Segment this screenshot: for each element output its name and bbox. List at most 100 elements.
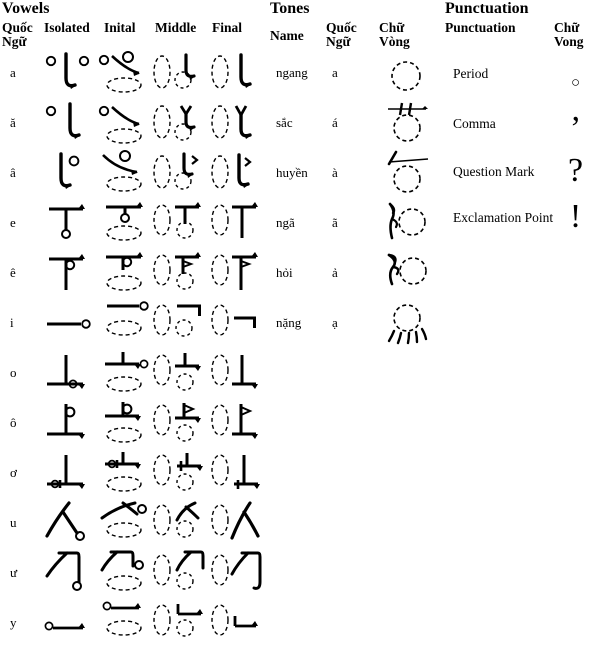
punctuation-section: Punctuation Punctuation Chữ Vong Period … [443,0,600,240]
punctuation-table: Period ○ Comma ’ Question Mark ? Exclama… [443,48,600,240]
punctuation-header-name: Punctuation [445,20,516,35]
tones-header-quoc-ngu: Quốc Ngữ [326,20,357,49]
glyph-uhorn-initial [96,548,151,598]
tone-quocngu-sac: á [332,115,338,130]
vowels-header-row: Quốc Ngữ Isolated Inital Middle Final [0,18,262,48]
glyph-acirc-initial [96,148,151,198]
glyph-u-middle [151,498,209,548]
vowel-label-i: i [10,315,14,330]
tones-header-row: Name Quốc Ngữ Chữ Vòng [268,18,440,48]
table-row: ă [0,98,262,148]
glyph-a-isolated [38,48,96,98]
glyph-abreve-initial [96,98,151,148]
vowel-label-a: a [10,65,16,80]
punctuation-label-comma: Comma [453,115,496,131]
glyph-tone-nang [372,298,440,348]
table-row: i [0,298,262,348]
glyph-acirc-isolated [38,148,96,198]
glyph-tone-nga [372,198,440,248]
glyph-ocirc-middle [151,398,209,448]
comma-mark: ’ [569,110,582,147]
vowel-label-ecirc: ê [10,265,16,280]
punctuation-header-chu-vong: Chữ Vong [554,20,584,49]
vowel-label-o: o [10,365,17,380]
vowels-header-initial: Inital [104,20,136,35]
question-mark: ? [567,152,584,189]
table-row: e [0,198,262,248]
glyph-ohorn-initial [96,448,151,498]
tone-quocngu-hoi: ả [332,265,338,280]
table-row: nặng ạ [268,298,440,348]
vowels-title: Vowels [2,0,50,17]
glyph-ohorn-isolated [38,448,96,498]
glyph-ecirc-final [209,248,262,298]
tone-quocngu-ngang: a [332,65,338,80]
table-row: ư [0,548,262,598]
glyph-tone-hoi [372,248,440,298]
glyph-ocirc-final [209,398,262,448]
glyph-u-initial [96,498,151,548]
tones-header-chu-vong: Chữ Vòng [379,20,410,49]
tone-name-sac: sắc [276,115,293,130]
glyph-a-initial [96,48,151,98]
glyph-e-isolated [38,198,96,248]
table-row: ngã ã [268,198,440,248]
table-row: sắc á [268,98,440,148]
exclamation-mark: ! [569,198,582,235]
table-row: ê [0,248,262,298]
table-row: huyền à [268,148,440,198]
glyph-i-isolated [38,298,96,348]
vowel-label-acirc: â [10,165,16,180]
glyph-a-middle [151,48,209,98]
punctuation-header-row: Punctuation Chữ Vong [443,18,600,48]
glyph-e-initial [96,198,151,248]
vowels-header-middle: Middle [155,20,197,35]
table-row: a [0,48,262,98]
glyph-acirc-final [209,148,262,198]
vowels-header-final: Final [212,20,243,35]
glyph-ohorn-middle [151,448,209,498]
tones-header-name: Name [270,28,304,43]
glyph-y-middle [151,598,209,648]
glyph-i-middle [151,298,209,348]
glyph-o-isolated [38,348,96,398]
glyph-abreve-middle [151,98,209,148]
glyph-y-isolated [38,598,96,648]
glyph-tone-ngang [372,48,440,98]
vowel-label-abreve: ă [10,115,16,130]
table-row: Comma ’ [443,98,600,148]
tones-section: Tones Name Quốc Ngữ Chữ Vòng ngang a sắc [268,0,440,348]
glyph-ecirc-middle [151,248,209,298]
tone-name-huyen: huyền [276,165,308,180]
punctuation-title: Punctuation [445,0,529,17]
glyph-o-final [209,348,262,398]
glyph-tone-sac [372,98,440,148]
table-row: o [0,348,262,398]
tone-name-nga: ngã [276,215,295,230]
glyph-y-initial [96,598,151,648]
glyph-acirc-middle [151,148,209,198]
table-row: Period ○ [443,48,600,98]
glyph-uhorn-isolated [38,548,96,598]
glyph-abreve-final [209,98,262,148]
vowel-label-ocirc: ô [10,415,17,430]
circle-mark: ○ [570,75,581,91]
tones-title: Tones [270,0,310,17]
vowels-header-quoc-ngu: Quốc Ngữ [2,20,33,49]
glyph-ohorn-final [209,448,262,498]
table-row: ô [0,398,262,448]
glyph-i-final [209,298,262,348]
glyph-ocirc-initial [96,398,151,448]
glyph-a-final [209,48,262,98]
table-row: ơ [0,448,262,498]
vowel-label-y: y [10,615,17,630]
tone-quocngu-nang: ạ [332,315,338,330]
vowel-label-uhorn: ư [10,565,18,580]
tone-name-hoi: hỏi [276,265,293,280]
vowel-label-u: u [10,515,17,530]
glyph-uhorn-final [209,548,262,598]
table-row: Exclamation Point ! [443,194,600,240]
table-row: Question Mark ? [443,148,600,194]
vowels-table: a ă â e ê i o ô ơ u ư y [0,48,262,648]
punctuation-label-period: Period [453,65,489,81]
